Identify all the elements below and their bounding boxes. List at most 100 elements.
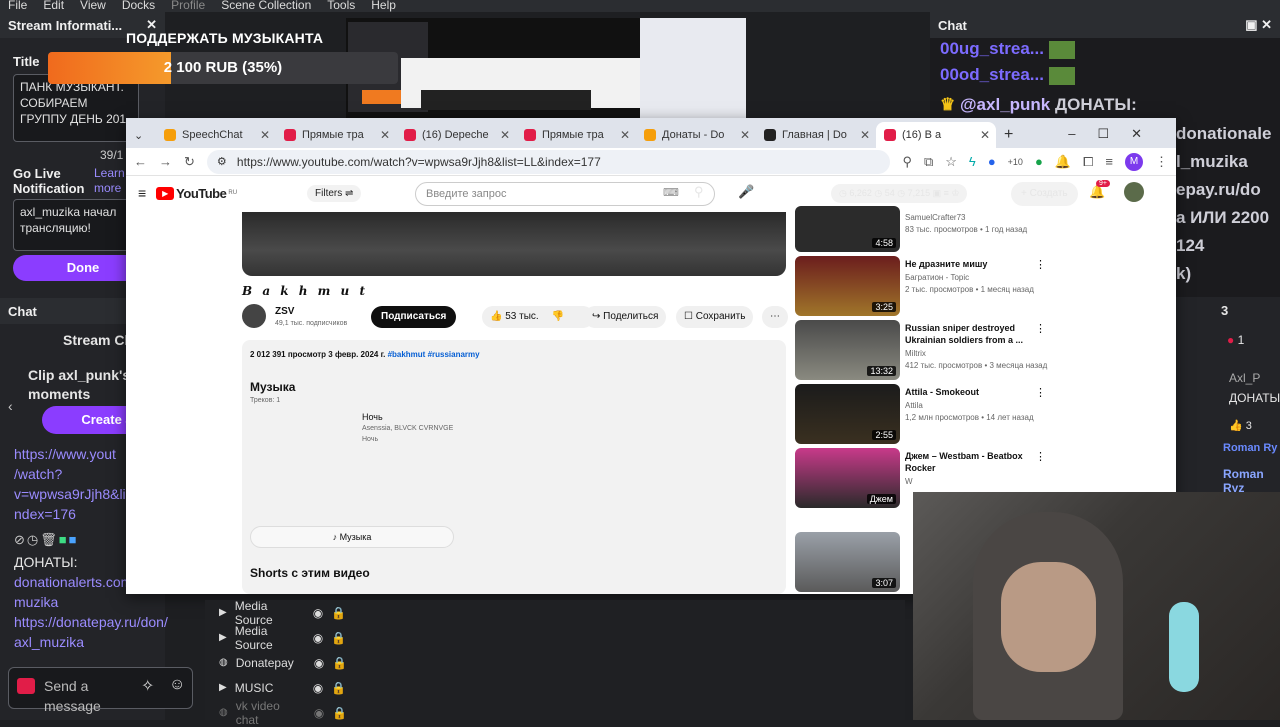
lock-icon[interactable]: 🔒 xyxy=(331,631,346,645)
close-icon[interactable]: ✕ xyxy=(380,128,390,142)
source-item[interactable]: ◍ Donatepay ◉ 🔒 xyxy=(205,650,905,675)
install-icon[interactable]: ⧉ xyxy=(924,154,933,170)
tab[interactable]: Прямые тра ✕ xyxy=(276,122,396,148)
window-controls-icon[interactable]: ▣ ✕ xyxy=(1245,17,1272,33)
site-settings-icon[interactable]: ⚙ xyxy=(217,150,227,174)
extension-icon[interactable]: ● xyxy=(1035,154,1043,169)
music-button[interactable]: ♪ Музыка xyxy=(250,526,454,548)
hashtags[interactable]: #bakhmut #russianarmy xyxy=(388,350,480,359)
extension-icon[interactable]: ϟ xyxy=(969,154,976,169)
menu-view[interactable]: View xyxy=(72,0,114,12)
menu-kebab-icon[interactable]: ⋮ xyxy=(1155,154,1168,170)
tab[interactable]: SpeechChat ✕ xyxy=(156,122,276,148)
like-button[interactable]: 👍 53 тыс. 👎 xyxy=(482,306,594,328)
close-icon[interactable]: ✕ xyxy=(620,128,630,142)
profile-avatar[interactable]: M xyxy=(1125,152,1143,171)
more-icon[interactable]: ⋮ xyxy=(1035,450,1046,463)
window-controls-icon[interactable]: –☐✕ xyxy=(1068,126,1164,142)
tab-search-icon[interactable]: ⌄ xyxy=(126,122,156,148)
source-item[interactable]: ▶ MUSIC ◉ 🔒 xyxy=(205,675,905,700)
menu-docks[interactable]: Docks xyxy=(114,0,163,12)
keyboard-icon[interactable]: ⌨ xyxy=(663,186,679,199)
emoji-icon[interactable]: ☺ xyxy=(169,676,185,694)
mic-icon[interactable]: 🎤 xyxy=(738,184,754,200)
notification-input[interactable]: axl_muzika начал трансляцию! xyxy=(13,199,139,251)
menu-help[interactable]: Help xyxy=(363,0,404,12)
tab[interactable]: Прямые тра ✕ xyxy=(516,122,636,148)
more-icon[interactable]: ⋮ xyxy=(1035,258,1046,271)
menu-tools[interactable]: Tools xyxy=(319,0,363,12)
tab-active[interactable]: (16) В а ✕ xyxy=(876,122,996,148)
dislike-icon[interactable]: 👎 xyxy=(551,311,563,322)
youtube-logo[interactable]: ▶ YouTube RU xyxy=(156,186,237,201)
play-icon[interactable]: ▶ xyxy=(219,607,227,618)
track-title[interactable]: Ночь xyxy=(362,412,383,422)
source-item[interactable]: ▶ Media Source ◉ 🔒 xyxy=(205,599,905,627)
video-player[interactable] xyxy=(242,212,786,276)
close-icon[interactable]: ✕ xyxy=(980,128,990,142)
play-icon[interactable]: ▶ xyxy=(219,682,227,693)
visibility-off-icon[interactable]: ◉ xyxy=(313,631,323,645)
video-thumbnail[interactable]: 2:55 xyxy=(795,384,900,444)
back-icon[interactable]: ← xyxy=(134,154,147,169)
video-thumbnail[interactable]: Джем xyxy=(795,448,900,508)
eye-icon[interactable]: ◉ xyxy=(314,706,324,720)
lock-icon[interactable]: 🔒 xyxy=(332,706,347,720)
video-thumbnail[interactable]: 4:58 xyxy=(795,206,900,252)
title-input[interactable]: ПАНК МУЗЫКАНТ. СОБИРАЕМ ГРУППУ ДЕНЬ 201 xyxy=(13,74,139,142)
menu-profile[interactable]: Profile xyxy=(163,0,213,12)
filters-button[interactable]: Filters ⇌ xyxy=(307,184,362,202)
recommended-video[interactable]: 4:58 SamuelCrafter73 83 тыс. просмотров … xyxy=(795,206,1095,252)
source-item[interactable]: ◍ vk video chat ◉ 🔒 xyxy=(205,699,905,727)
lock-icon[interactable]: 🔒 xyxy=(331,681,346,695)
close-icon[interactable]: ✕ xyxy=(500,128,510,142)
channel-name[interactable]: ZSV xyxy=(275,306,294,317)
search-icon[interactable]: ⚲ xyxy=(694,184,704,200)
share-button[interactable]: ↪ Поделиться xyxy=(584,306,667,328)
more-icon[interactable]: ⋮ xyxy=(1035,386,1046,399)
more-icon[interactable]: ⋮ xyxy=(1035,322,1046,335)
send-message-input[interactable]: Send a message ✧ ☺ xyxy=(8,667,193,714)
link-line[interactable]: https://donatepay.ru/don/ xyxy=(14,612,168,632)
menu-scene-collection[interactable]: Scene Collection xyxy=(213,0,319,12)
lock-icon[interactable]: 🔒 xyxy=(332,656,347,670)
channel-avatar[interactable] xyxy=(242,304,266,328)
extension-badge[interactable]: +10 xyxy=(1008,157,1023,167)
create-button[interactable]: + Создать xyxy=(1011,182,1078,206)
visibility-off-icon[interactable]: ◉ xyxy=(313,606,323,620)
lock-icon[interactable]: 🔒 xyxy=(331,606,346,620)
more-icon[interactable]: ⋯ xyxy=(762,306,788,328)
close-icon[interactable]: ✕ xyxy=(260,128,270,142)
description-box[interactable]: 2 012 391 просмотр 3 февр. 2024 г. #bakh… xyxy=(242,340,786,594)
recommended-video[interactable]: 2:55 Attila - Smokeout Attila 1,2 млн пр… xyxy=(795,384,1095,446)
stats-widget[interactable]: ◷ 6,262 ◷ 54 ◷ 7,215 ▣ ≡ ♔ xyxy=(831,184,968,203)
magic-icon[interactable]: ✧ xyxy=(141,676,154,696)
close-icon[interactable]: ✕ xyxy=(740,128,750,142)
extension-icon[interactable]: ● xyxy=(988,154,996,169)
tab[interactable]: (16) Depeche ✕ xyxy=(396,122,516,148)
reload-icon[interactable]: ↻ xyxy=(184,154,195,170)
play-icon[interactable]: ▶ xyxy=(219,632,227,643)
recommended-video[interactable]: 3:25 Не дразните мишу Багратион - Topic … xyxy=(795,256,1095,318)
hamburger-icon[interactable]: ≡ xyxy=(138,185,146,201)
forward-icon[interactable]: → xyxy=(159,154,172,169)
eye-icon[interactable]: ◉ xyxy=(314,656,324,670)
chevron-left-icon[interactable]: ‹ xyxy=(8,398,13,414)
video-thumbnail[interactable]: 3:25 xyxy=(795,256,900,316)
puzzle-icon[interactable]: ⧠ xyxy=(1083,154,1093,170)
subscribe-button[interactable]: Подписаться xyxy=(371,306,457,328)
new-tab-icon[interactable]: + xyxy=(996,122,1026,148)
video-thumbnail[interactable]: 13:32 xyxy=(795,320,900,380)
link-line[interactable]: muzika xyxy=(14,592,164,612)
video-thumbnail[interactable]: 3:07 xyxy=(795,532,900,592)
tab[interactable]: Главная | Do ✕ xyxy=(756,122,876,148)
avatar[interactable] xyxy=(1124,182,1144,202)
star-icon[interactable]: ☆ xyxy=(945,154,957,170)
source-item[interactable]: ▶ Media Source ◉ 🔒 xyxy=(205,624,905,652)
tab[interactable]: Донаты - Do ✕ xyxy=(636,122,756,148)
eye-icon[interactable]: ◉ xyxy=(313,681,323,695)
url-input[interactable]: ⚙ https://www.youtube.com/watch?v=wpwsa9r… xyxy=(206,149,891,174)
bell-icon[interactable]: 🔔 xyxy=(1055,154,1071,170)
link-line[interactable]: axl_muzika xyxy=(14,632,164,652)
recommended-video[interactable]: 13:32 Russian sniper destroyed Ukrainian… xyxy=(795,320,1095,382)
